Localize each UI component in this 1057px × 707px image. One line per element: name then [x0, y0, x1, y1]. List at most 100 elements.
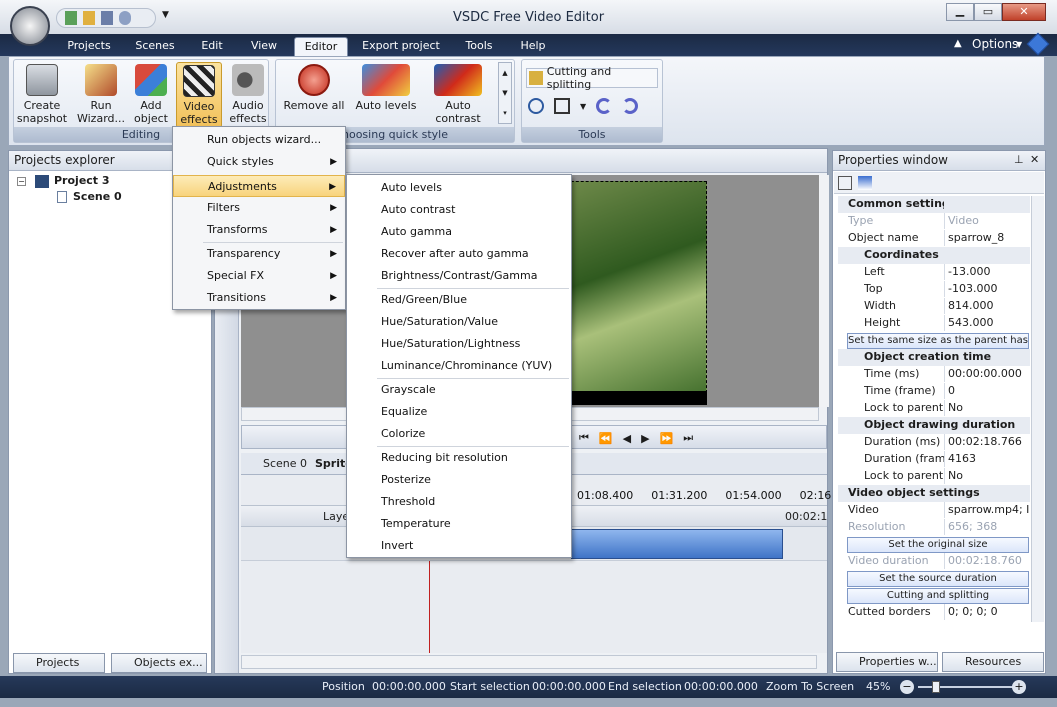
zoom-in-icon[interactable]: + — [1012, 680, 1026, 694]
maximize-button[interactable]: ▭ — [974, 3, 1002, 21]
menu-item-threshold[interactable]: Threshold — [347, 491, 571, 513]
set-original-size-button[interactable]: Set the original size — [847, 537, 1029, 553]
category-common-settings[interactable]: Common settings — [838, 196, 1030, 213]
menu-item-special-fx[interactable]: Special FX ▶ — [173, 265, 345, 287]
tab-resources-window[interactable]: Resources w... — [942, 652, 1044, 686]
forward-icon[interactable]: ⏩ — [660, 432, 674, 445]
options-dropdown-icon[interactable]: ▼ — [1016, 40, 1022, 49]
tab-tools[interactable]: Tools — [456, 37, 502, 56]
prop-top[interactable]: Top -103.000 — [838, 281, 1030, 298]
run-wizard-button[interactable]: Run Wizard... — [76, 62, 126, 128]
tab-projects-explorer[interactable]: Projects ex... — [13, 653, 105, 687]
step-back-icon[interactable]: ◀ — [623, 432, 631, 445]
menu-item-colorize[interactable]: Colorize — [347, 423, 571, 445]
category-object-creation-time[interactable]: Object creation time — [838, 349, 1030, 366]
menu-item-quick-styles[interactable]: Quick styles ▶ — [173, 151, 345, 173]
minimize-button[interactable]: ▁ — [946, 3, 974, 21]
prop-cutted-borders[interactable]: Cutted borders 0; 0; 0; 0 — [838, 604, 1030, 621]
menu-item-red-green-blue[interactable]: Red/Green/Blue — [347, 289, 571, 311]
tab-view[interactable]: View — [242, 37, 286, 56]
tree-expander-icon[interactable]: − — [17, 177, 26, 186]
menu-item-filters[interactable]: Filters ▶ — [173, 197, 345, 219]
prop-object-name[interactable]: Object name sparrow_8 — [838, 230, 1030, 247]
video-effects-button[interactable]: Video effects — [176, 62, 222, 128]
menu-item-equalize[interactable]: Equalize — [347, 401, 571, 423]
menu-item-luminance-chrominance[interactable]: Luminance/Chrominance (YUV) — [347, 355, 571, 377]
remove-all-button[interactable]: Remove all — [280, 62, 348, 128]
rotate-right-icon[interactable] — [622, 98, 639, 114]
preview-vscroll[interactable] — [819, 175, 829, 407]
zoom-slider-thumb[interactable] — [932, 681, 940, 693]
options-menu[interactable]: Options — [972, 37, 1018, 51]
auto-contrast-button[interactable]: Auto contrast — [422, 62, 494, 128]
tree-item-scene[interactable]: Scene 0 — [73, 190, 122, 203]
menu-item-temperature[interactable]: Temperature — [347, 513, 571, 535]
tab-editor[interactable]: Editor — [294, 37, 348, 56]
menu-item-recover-auto-gamma[interactable]: Recover after auto gamma — [347, 243, 571, 265]
prop-time-ms[interactable]: Time (ms) 00:00:00.000 — [838, 366, 1030, 383]
tab-export-project[interactable]: Export project — [358, 37, 444, 56]
menu-item-invert[interactable]: Invert — [347, 535, 571, 557]
crop-dropdown-icon[interactable]: ▼ — [580, 102, 586, 111]
menu-item-auto-levels[interactable]: Auto levels — [347, 177, 571, 199]
menu-item-hue-saturation-lightness[interactable]: Hue/Saturation/Lightness — [347, 333, 571, 355]
menu-item-reducing-bit-resolution[interactable]: Reducing bit resolution — [347, 447, 571, 469]
prop-height[interactable]: Height 543.000 — [838, 315, 1030, 332]
menu-item-transparency[interactable]: Transparency ▶ — [173, 243, 345, 265]
playhead[interactable] — [429, 561, 430, 653]
zoom-out-icon[interactable]: − — [900, 680, 914, 694]
rotate-left-icon[interactable] — [596, 98, 613, 114]
menu-item-brightness-contrast-gamma[interactable]: Brightness/Contrast/Gamma — [347, 265, 571, 287]
tab-projects[interactable]: Projects — [60, 37, 118, 56]
add-object-button[interactable]: Add object — [128, 62, 174, 128]
prop-width[interactable]: Width 814.000 — [838, 298, 1030, 315]
menu-item-grayscale[interactable]: Grayscale — [347, 379, 571, 401]
tab-objects-explorer[interactable]: Objects ex... — [111, 653, 207, 673]
audio-effects-button[interactable]: Audio effects — [226, 62, 270, 128]
prop-duration-frame[interactable]: Duration (frame 4163 — [838, 451, 1030, 468]
app-logo-icon[interactable] — [10, 6, 50, 46]
gallery-scroll[interactable]: ▲ ▼ ▾ — [498, 62, 512, 124]
category-object-drawing-duration[interactable]: Object drawing duration — [838, 417, 1030, 434]
play-icon[interactable]: ▶ — [641, 432, 649, 445]
prop-time-frame[interactable]: Time (frame) 0 — [838, 383, 1030, 400]
menu-item-auto-gamma[interactable]: Auto gamma — [347, 221, 571, 243]
tab-help[interactable]: Help — [512, 37, 554, 56]
menu-item-adjustments[interactable]: Adjustments ▶ — [173, 175, 345, 197]
timeline-hscroll[interactable] — [241, 655, 817, 669]
properties-scrollbar[interactable] — [1031, 196, 1044, 622]
zoom-to-screen-button[interactable]: Zoom To Screen — [766, 680, 854, 693]
sort-az-icon[interactable] — [858, 175, 872, 190]
tab-scene-0[interactable]: Scene 0 — [263, 457, 307, 470]
pin-icon[interactable]: ⊥ — [1014, 153, 1024, 166]
menu-item-transforms[interactable]: Transforms ▶ — [173, 219, 345, 241]
to-start-icon[interactable]: ⏮ — [579, 431, 589, 445]
prop-video[interactable]: Videosparrow.mp4; ID= — [838, 502, 1030, 519]
menu-item-auto-contrast[interactable]: Auto contrast — [347, 199, 571, 221]
category-coordinates[interactable]: Coordinates — [838, 247, 1030, 264]
scissors-icon[interactable] — [528, 98, 544, 114]
categorized-icon[interactable] — [838, 175, 852, 190]
tab-edit[interactable]: Edit — [192, 37, 232, 56]
cutting-splitting-prop-button[interactable]: Cutting and splitting — [847, 588, 1029, 604]
menu-item-hue-saturation-value[interactable]: Hue/Saturation/Value — [347, 311, 571, 333]
close-panel-icon[interactable]: ✕ — [1030, 153, 1039, 166]
tab-properties-window[interactable]: Properties w... — [836, 652, 938, 672]
category-video-object-settings[interactable]: Video object settings — [838, 485, 1030, 502]
prop-duration-ms[interactable]: Duration (ms) 00:02:18.766 — [838, 434, 1030, 451]
set-same-size-button[interactable]: Set the same size as the parent has — [847, 333, 1029, 349]
create-snapshot-button[interactable]: Create snapshot — [16, 62, 68, 128]
collapse-ribbon-icon[interactable]: ▲ — [954, 38, 962, 49]
rewind-icon[interactable]: ⏪ — [599, 432, 613, 445]
prop-left[interactable]: Left -13.000 — [838, 264, 1030, 281]
auto-levels-button[interactable]: Auto levels — [354, 62, 418, 128]
tree-item-project[interactable]: Project 3 — [54, 174, 110, 187]
cutting-splitting-button[interactable]: Cutting and splitting — [526, 65, 658, 91]
menu-item-transitions[interactable]: Transitions ▶ — [173, 287, 345, 309]
prop-lock-drawing[interactable]: Lock to parent c No — [838, 468, 1030, 485]
to-end-icon[interactable]: ⏭ — [683, 431, 693, 445]
video-clip[interactable] — [571, 529, 783, 559]
set-source-duration-button[interactable]: Set the source duration — [847, 571, 1029, 587]
tab-scenes[interactable]: Scenes — [128, 37, 182, 56]
menu-item-run-objects-wizard[interactable]: Run objects wizard... — [173, 129, 345, 151]
